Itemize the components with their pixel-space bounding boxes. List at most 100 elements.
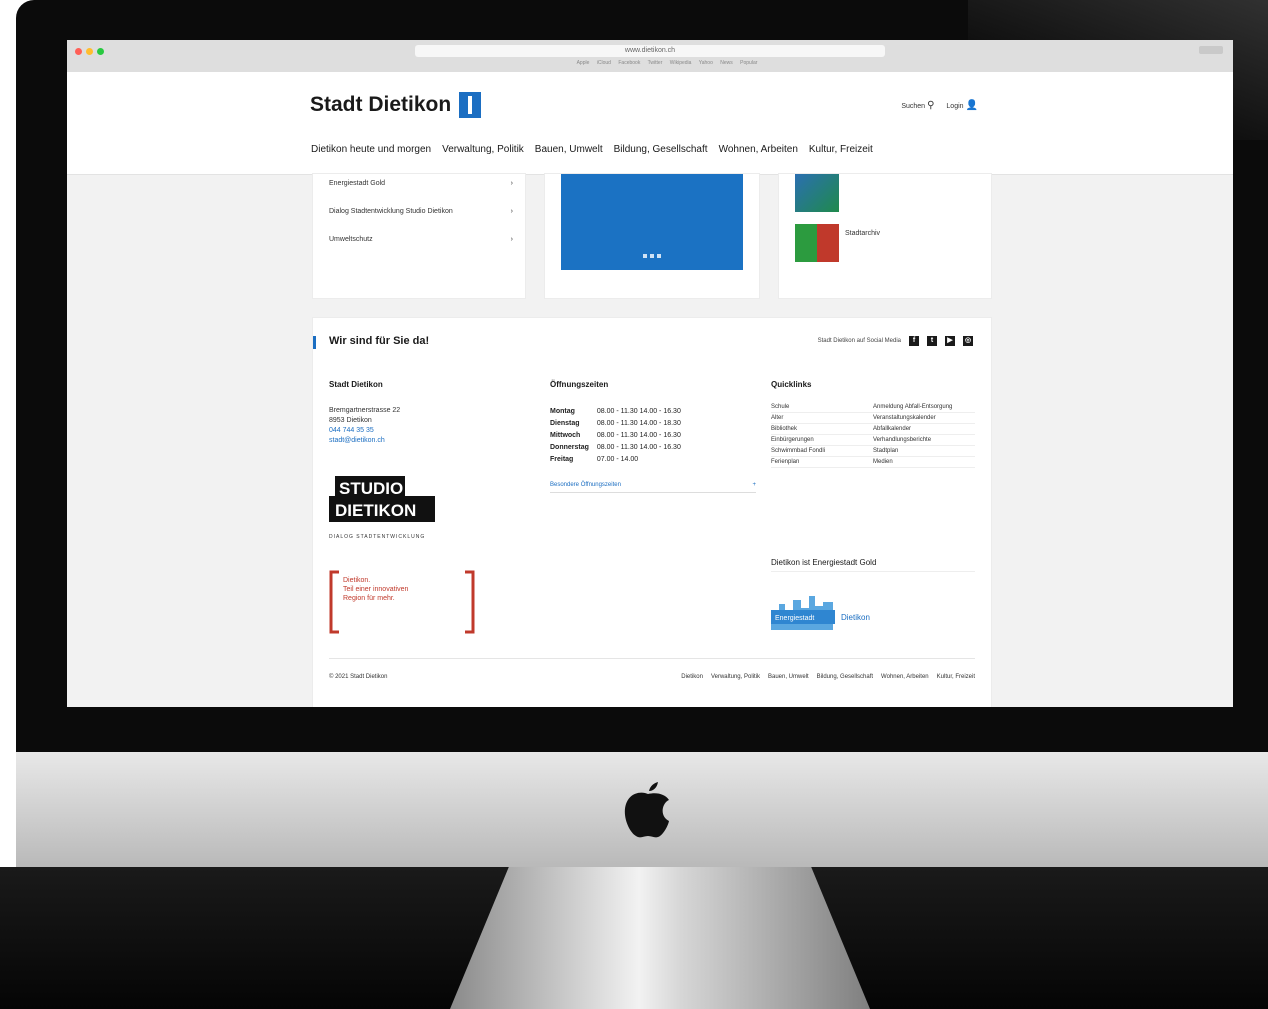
user-icon: 👤 xyxy=(965,100,978,111)
hours-day: Montag xyxy=(550,408,575,415)
link-label: Dialog Stadtentwicklung Studio Dietikon xyxy=(329,208,453,215)
energy-badge-text: Energiestadt xyxy=(775,615,814,622)
address-block: Bremgartnerstrasse 22 8953 Dietikon 044 … xyxy=(329,406,400,446)
slider-dots xyxy=(643,254,661,258)
brand[interactable]: Stadt Dietikon xyxy=(310,92,482,118)
hours-times: 08.00 - 11.30 14.00 - 16.30 xyxy=(596,444,681,451)
slider-dot[interactable] xyxy=(643,254,647,258)
footer-navigation: Dietikon Verwaltung, Politik Bauen, Umwe… xyxy=(681,674,975,680)
energy-city-text: Dietikon xyxy=(841,613,870,622)
bookmark-item[interactable]: Twitter xyxy=(648,60,663,66)
slogan-line: Teil einer innovativen xyxy=(343,586,409,593)
browser-share-button[interactable] xyxy=(1199,46,1223,54)
youtube-icon[interactable]: ▶ xyxy=(945,336,955,346)
studio-dietikon-logo[interactable]: STUDIO DIETIKON xyxy=(329,474,443,526)
quicklinks-heading: Quicklinks xyxy=(771,380,812,389)
bookmark-item[interactable]: News xyxy=(720,60,733,66)
bookmark-item[interactable]: iCloud xyxy=(597,60,611,66)
table-row: Donnerstag 08.00 - 11.30 14.00 - 16.30 xyxy=(550,442,689,454)
quicklink[interactable]: Veranstaltungskalender xyxy=(873,412,975,424)
bookmark-item[interactable]: Wikipedia xyxy=(670,60,692,66)
quicklink[interactable]: Verhandlungsberichte xyxy=(873,434,975,446)
studio-logo-line1: STUDIO xyxy=(339,479,403,498)
phone-link[interactable]: 044 744 35 35 xyxy=(329,426,400,436)
instagram-icon[interactable]: ◎ xyxy=(963,336,973,346)
footer-nav-item[interactable]: Bauen, Umwelt xyxy=(768,674,809,680)
footer-nav-item[interactable]: Verwaltung, Politik xyxy=(711,674,760,680)
quicklink[interactable]: Medien xyxy=(873,456,975,468)
footer-nav-item[interactable]: Wohnen, Arbeiten xyxy=(881,674,929,680)
brand-name: Stadt Dietikon xyxy=(310,93,452,116)
email-link[interactable]: stadt@dietikon.ch xyxy=(329,436,400,446)
energiestadt-logo[interactable]: Energiestadt Dietikon xyxy=(771,586,921,632)
bookmark-item[interactable]: Facebook xyxy=(618,60,640,66)
nav-item[interactable]: Verwaltung, Politik xyxy=(442,144,524,155)
close-window-icon[interactable] xyxy=(75,48,82,55)
news-card: Stadtarchiv xyxy=(779,174,991,298)
quicklink[interactable]: Abfallkalender xyxy=(873,423,975,435)
hours-times: 07.00 - 14.00 xyxy=(596,456,639,463)
bookmarks-bar: Apple iCloud Facebook Twitter Wikipedia … xyxy=(457,60,877,66)
news-title[interactable]: Stadtarchiv xyxy=(845,230,880,237)
hours-day: Donnerstag xyxy=(550,444,589,451)
table-row: Ferienplan Medien xyxy=(771,456,975,468)
table-row: Schwimmbad Fondli Stadtplan xyxy=(771,445,975,457)
header-tools: Suchen ⚲ Login 👤 xyxy=(901,100,978,111)
news-thumbnail[interactable] xyxy=(795,174,839,212)
screen: www.dietikon.ch Apple iCloud Facebook Tw… xyxy=(67,40,1233,707)
bookmark-item[interactable]: Apple xyxy=(577,60,590,66)
opening-hours-table: Montag 08.00 - 11.30 14.00 - 16.30 Dienst… xyxy=(550,406,689,466)
nav-item[interactable]: Kultur, Freizeit xyxy=(809,144,873,155)
studio-logo-line2: DIETIKON xyxy=(335,501,416,520)
slider-dot[interactable] xyxy=(650,254,654,258)
twitter-icon[interactable]: t xyxy=(927,336,937,346)
footer-title: Wir sind für Sie da! xyxy=(329,335,430,347)
hours-heading: Öffnungszeiten xyxy=(550,380,609,389)
table-row: Einbürgerungen Verhandlungsberichte xyxy=(771,434,975,446)
chevron-right-icon: › xyxy=(510,180,513,187)
quicklink[interactable]: Alter xyxy=(771,412,873,424)
address-bar[interactable]: www.dietikon.ch xyxy=(415,45,885,57)
teaser-slider[interactable] xyxy=(561,174,743,270)
list-item[interactable]: Umweltschutz › xyxy=(329,236,513,243)
list-item[interactable]: Energiestadt Gold › xyxy=(329,180,513,187)
footer-divider xyxy=(329,658,975,659)
news-thumbnail[interactable] xyxy=(795,224,839,262)
list-item[interactable]: Dialog Stadtentwicklung Studio Dietikon › xyxy=(329,208,513,215)
energy-heading: Dietikon ist Energiestadt Gold xyxy=(771,558,975,572)
social-media-links: Stadt Dietikon auf Social Media f t ▶ ◎ xyxy=(818,336,973,346)
quicklink[interactable]: Ferienplan xyxy=(771,456,873,468)
footer-nav-item[interactable]: Dietikon xyxy=(681,674,703,680)
quicklink[interactable]: Bibliothek xyxy=(771,423,873,435)
nav-item[interactable]: Bauen, Umwelt xyxy=(535,144,603,155)
teaser-card xyxy=(545,174,759,298)
nav-item[interactable]: Wohnen, Arbeiten xyxy=(719,144,798,155)
nav-item[interactable]: Dietikon heute und morgen xyxy=(311,144,431,155)
quicklink[interactable]: Schwimmbad Fondli xyxy=(771,445,873,457)
slider-dot[interactable] xyxy=(657,254,661,258)
quicklink[interactable]: Einbürgerungen xyxy=(771,434,873,446)
main-navigation: Dietikon heute und morgen Verwaltung, Po… xyxy=(311,144,873,155)
slogan-line: Dietikon. xyxy=(343,577,371,584)
slogan: Dietikon. Teil einer innovativen Region … xyxy=(343,576,408,603)
nav-item[interactable]: Bildung, Gesellschaft xyxy=(614,144,708,155)
bookmark-item[interactable]: Popular xyxy=(740,60,757,66)
quicklink[interactable]: Schule xyxy=(771,402,873,413)
special-hours-link[interactable]: Besondere Öffnungszeiten + xyxy=(550,482,756,493)
copyright: © 2021 Stadt Dietikon xyxy=(329,674,388,680)
facebook-icon[interactable]: f xyxy=(909,336,919,346)
login-label: Login xyxy=(946,103,964,110)
address-street: Bremgartnerstrasse 22 xyxy=(329,407,401,414)
login-button[interactable]: Login 👤 xyxy=(946,100,978,111)
quicklink[interactable]: Anmeldung Abfall-Entsorgung xyxy=(873,402,975,413)
search-button[interactable]: Suchen ⚲ xyxy=(901,100,934,111)
zoom-window-icon[interactable] xyxy=(97,48,104,55)
footer-nav-item[interactable]: Kultur, Freizeit xyxy=(937,674,975,680)
footer-nav-item[interactable]: Bildung, Gesellschaft xyxy=(817,674,873,680)
link-label: Umweltschutz xyxy=(329,236,373,243)
bookmark-item[interactable]: Yahoo xyxy=(699,60,713,66)
window-controls xyxy=(75,48,104,55)
hours-times: 08.00 - 11.30 14.00 - 16.30 xyxy=(596,432,681,439)
quicklink[interactable]: Stadtplan xyxy=(873,445,975,457)
minimize-window-icon[interactable] xyxy=(86,48,93,55)
